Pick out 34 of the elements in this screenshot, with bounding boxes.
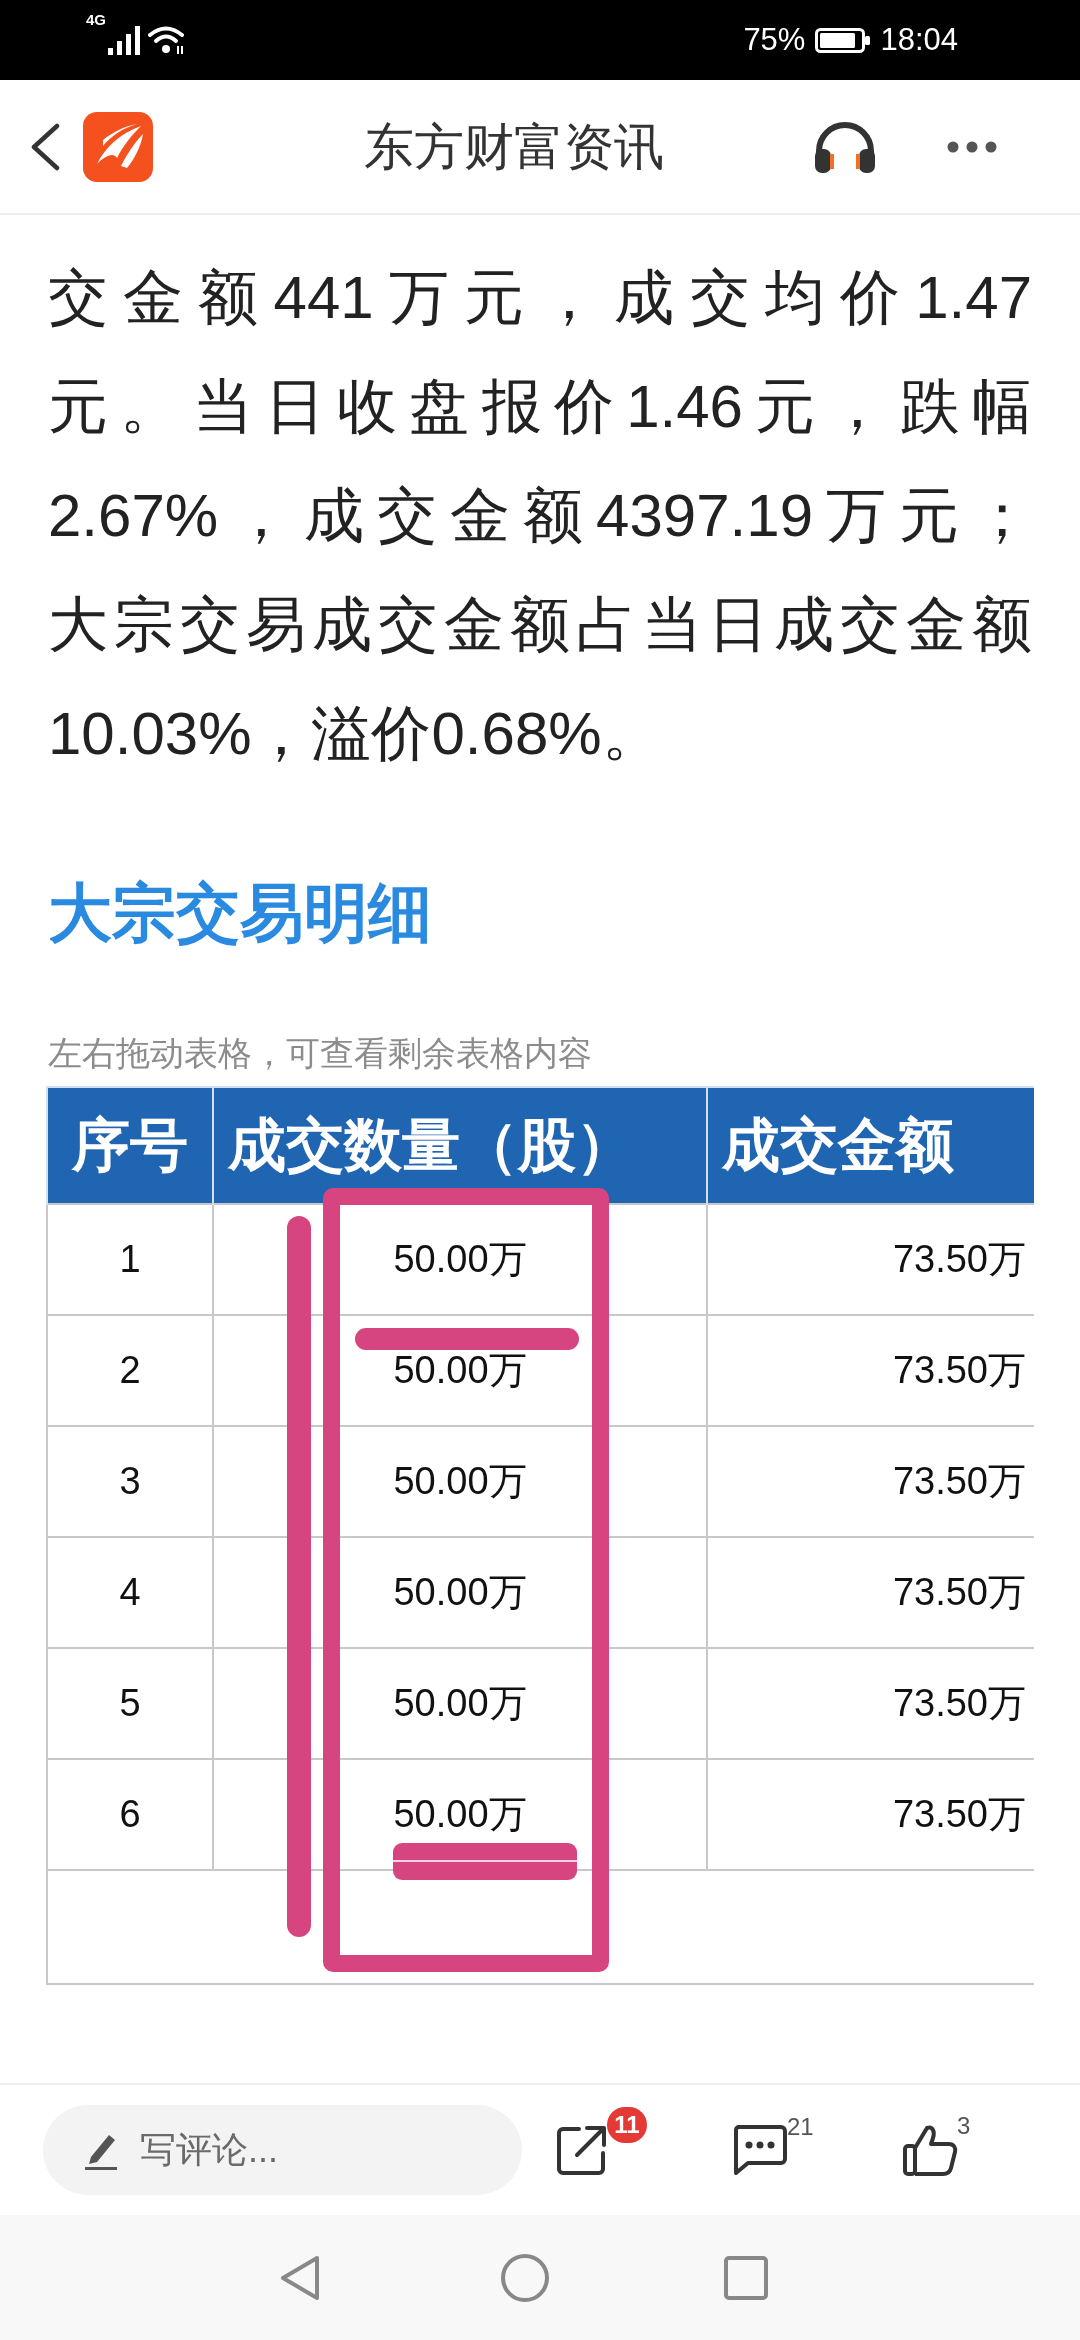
thumbs-up-icon[interactable] <box>903 2124 958 2176</box>
like-count: 3 <box>957 2114 971 2138</box>
battery-percent: 75% <box>743 22 806 58</box>
table-cell: 1 <box>47 1204 213 1315</box>
table-cell: 6 <box>47 1759 213 1870</box>
page-title: 东方财富资讯 <box>363 117 664 177</box>
section-title: 大宗交易明细 <box>47 876 433 951</box>
table-cell: 4 <box>47 1537 213 1648</box>
home-icon[interactable] <box>500 2252 550 2303</box>
network-label: 4G <box>86 11 106 28</box>
table-cell: 2 <box>47 1315 213 1426</box>
notification-badge: 11 <box>607 2107 647 2143</box>
more-icon[interactable] <box>947 140 997 153</box>
nav-back-icon[interactable] <box>279 2253 321 2302</box>
table-hint: 左右拖动表格，可查看剩余表格内容 <box>47 1033 593 1074</box>
recents-icon[interactable] <box>724 2255 768 2300</box>
headphones-icon[interactable] <box>813 120 877 173</box>
table-cell: 3 <box>47 1426 213 1537</box>
column-header: 成交数量（股） <box>213 1087 707 1204</box>
logo-icon <box>83 111 153 182</box>
table-cell: 5 <box>47 1648 213 1759</box>
table-cell: 73.50万 <box>707 1204 1034 1315</box>
signal-icon <box>108 25 142 55</box>
column-header: 序号 <box>47 1087 213 1204</box>
comment-field[interactable]: 写评论... <box>43 2105 522 2195</box>
column-header: 成交金额 <box>707 1087 1034 1204</box>
wifi-icon <box>148 25 186 55</box>
battery-icon <box>815 27 871 53</box>
comment-count: 21 <box>787 2115 814 2139</box>
share-icon[interactable] <box>557 2125 608 2175</box>
article-paragraph: 交金额441万元，成交均价1.47 元。当日收盘报价1.46元，跌幅 2.67%，成交金额4397.19万元； 大宗交易成交金额占当日成交金额 10.03%，溢价0.68%。 <box>47 263 1033 769</box>
back-icon[interactable] <box>30 122 60 171</box>
comment-icon[interactable] <box>732 2125 787 2175</box>
clock-time: 18:04 <box>880 22 958 58</box>
